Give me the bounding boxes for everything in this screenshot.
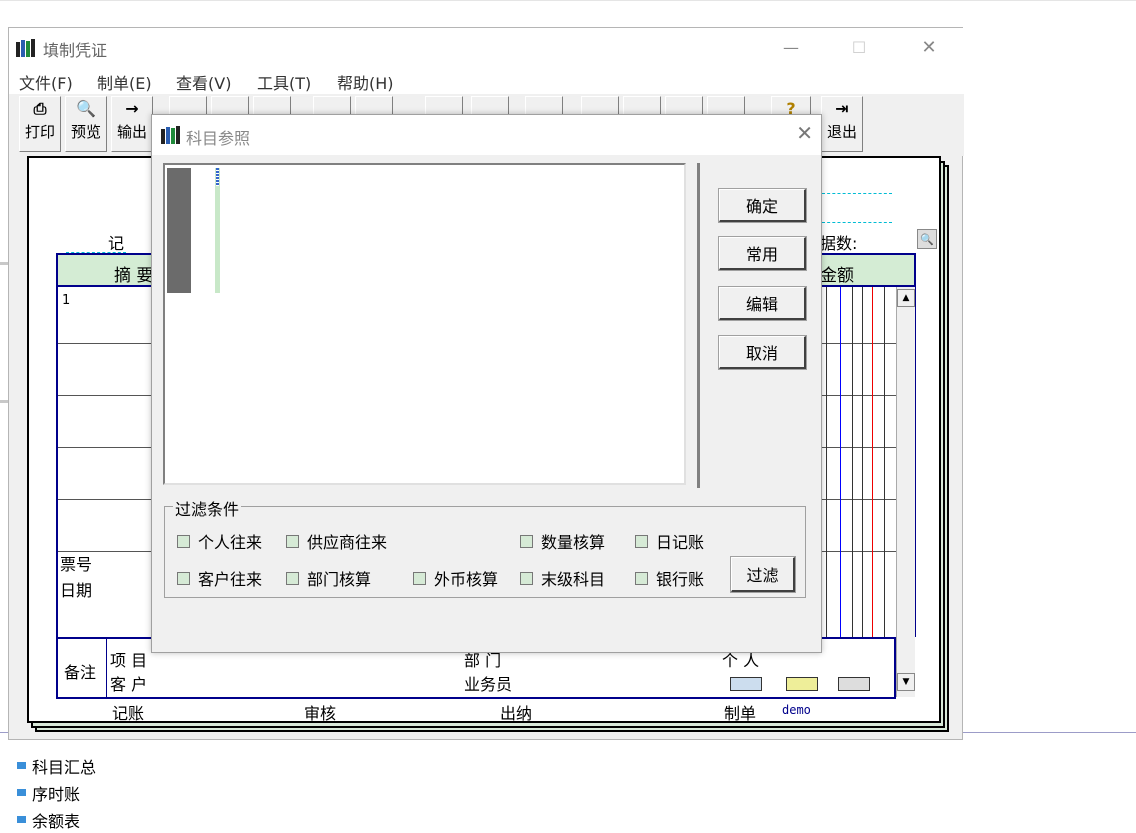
- maker-label: 制单: [724, 704, 757, 723]
- bullet-icon: [17, 762, 26, 769]
- title-bar: 填制凭证 — ☐ ✕: [9, 28, 964, 66]
- dialog-close-button[interactable]: ✕: [796, 121, 813, 145]
- account-reference-dialog: 科目参照 ✕ 确定 常用 编辑 取消 过滤条件 个人往来 供应商往来 数量核算 …: [151, 114, 822, 653]
- account-tree-list[interactable]: [163, 163, 686, 485]
- maximize-button[interactable]: ☐: [836, 28, 882, 66]
- ticket-no-label: 票号: [60, 555, 93, 574]
- minimize-button[interactable]: —: [768, 28, 814, 66]
- card-icon[interactable]: [786, 677, 818, 691]
- print-button[interactable]: ⎙ 打印: [19, 96, 61, 152]
- common-button[interactable]: 常用: [718, 236, 807, 271]
- window-title: 填制凭证: [43, 41, 108, 60]
- close-button[interactable]: ✕: [906, 28, 952, 66]
- scroll-up-icon[interactable]: ▲: [897, 289, 915, 307]
- list-icon[interactable]: [730, 677, 762, 691]
- checkbox-foreign-currency[interactable]: 外币核算: [413, 566, 498, 590]
- pen-icon[interactable]: [838, 677, 870, 691]
- menu-voucher[interactable]: 制单(E): [97, 70, 152, 94]
- filter-button[interactable]: 过滤: [730, 556, 796, 593]
- list-focus-marker: [216, 168, 219, 186]
- header-amount: 金额: [820, 266, 854, 286]
- top-border: [0, 0, 1136, 1]
- checkbox-bank[interactable]: 银行账: [635, 566, 704, 590]
- list-column-marker: [215, 168, 220, 293]
- checkbox-department[interactable]: 部门核算: [286, 566, 371, 590]
- edge-tick: [0, 400, 8, 403]
- voucher-type: 记: [108, 234, 125, 253]
- checkbox-icon[interactable]: [286, 571, 299, 585]
- checkbox-journal[interactable]: 日记账: [635, 529, 704, 553]
- menu-tools[interactable]: 工具(T): [257, 70, 311, 94]
- edge-tick: [0, 262, 8, 265]
- bookkeeping-label: 记账: [112, 704, 145, 723]
- checkbox-icon[interactable]: [286, 534, 299, 548]
- checkbox-icon[interactable]: [520, 534, 533, 548]
- menu-view[interactable]: 查看(V): [176, 70, 231, 94]
- amount-column-line: [862, 287, 863, 637]
- preview-button[interactable]: 🔍 预览: [65, 96, 107, 152]
- menu-file[interactable]: 文件(F): [19, 70, 73, 94]
- checkbox-icon[interactable]: [177, 534, 190, 548]
- attachments-label: 据数:: [820, 234, 858, 253]
- list-item[interactable]: 科目汇总: [17, 752, 96, 779]
- project-label: 项 目: [110, 651, 148, 670]
- checkbox-icon[interactable]: [177, 571, 190, 585]
- edit-button[interactable]: 编辑: [718, 286, 807, 321]
- amount-column-line: [840, 287, 841, 637]
- header-summary: 摘 要: [114, 266, 154, 286]
- filter-group-label: 过滤条件: [173, 496, 242, 520]
- exit-door-icon: ⇥: [835, 99, 849, 118]
- ok-button[interactable]: 确定: [718, 188, 807, 223]
- menu-bar: 文件(F) 制单(E) 查看(V) 工具(T) 帮助(H): [9, 66, 964, 94]
- checkbox-icon[interactable]: [413, 571, 426, 585]
- background-list: 科目汇总 序时账 余额表: [17, 752, 96, 833]
- checkbox-customer[interactable]: 客户往来: [177, 566, 262, 590]
- footer-divider: [106, 639, 107, 697]
- bullet-icon: [17, 789, 26, 796]
- checkbox-supplier[interactable]: 供应商往来: [286, 529, 387, 553]
- salesman-label: 业务员: [464, 675, 513, 694]
- checkbox-icon[interactable]: [635, 571, 648, 585]
- dialog-title-bar: 科目参照 ✕: [152, 115, 821, 155]
- splitter[interactable]: [697, 163, 700, 488]
- list-item[interactable]: 序时账: [17, 779, 96, 806]
- remark-label: 备注: [64, 663, 97, 682]
- customer-label: 客 户: [110, 675, 148, 694]
- amount-column-line: [872, 287, 873, 637]
- amount-column-line: [884, 287, 885, 637]
- books-icon: [161, 126, 180, 144]
- review-label: 审核: [304, 704, 337, 723]
- export-icon: →: [125, 99, 139, 118]
- menu-help[interactable]: 帮助(H): [337, 70, 394, 94]
- exit-button[interactable]: ⇥ 退出: [821, 96, 863, 152]
- scroll-down-icon[interactable]: ▼: [897, 673, 915, 691]
- amount-column-line: [852, 287, 853, 637]
- row-number: 1: [62, 293, 71, 308]
- maker-value: demo: [782, 703, 811, 717]
- export-button[interactable]: → 输出: [111, 96, 153, 152]
- date-label: 日期: [60, 581, 93, 600]
- printer-icon: ⎙: [33, 99, 47, 118]
- checkbox-icon[interactable]: [635, 534, 648, 548]
- bullet-icon: [17, 816, 26, 823]
- books-icon: [16, 39, 35, 57]
- vertical-scrollbar[interactable]: ▲ ▼: [896, 287, 915, 697]
- amount-column-line: [826, 287, 827, 637]
- filter-group: 过滤条件 个人往来 供应商往来 数量核算 日记账 客户往来 部门核算 外币核算: [164, 496, 806, 598]
- checkbox-personal[interactable]: 个人往来: [177, 529, 262, 553]
- checkbox-leaf-account[interactable]: 末级科目: [520, 566, 605, 590]
- cashier-label: 出纳: [500, 704, 533, 723]
- dashed-line: [822, 193, 892, 194]
- search-icon[interactable]: 🔍: [917, 229, 937, 249]
- list-selection-block: [167, 168, 191, 293]
- dashed-line: [822, 222, 892, 223]
- preview-icon: 🔍: [76, 99, 96, 118]
- cancel-button[interactable]: 取消: [718, 335, 807, 370]
- checkbox-quantity[interactable]: 数量核算: [520, 529, 605, 553]
- dialog-title: 科目参照: [186, 129, 251, 148]
- list-item[interactable]: 余额表: [17, 806, 96, 833]
- checkbox-icon[interactable]: [520, 571, 533, 585]
